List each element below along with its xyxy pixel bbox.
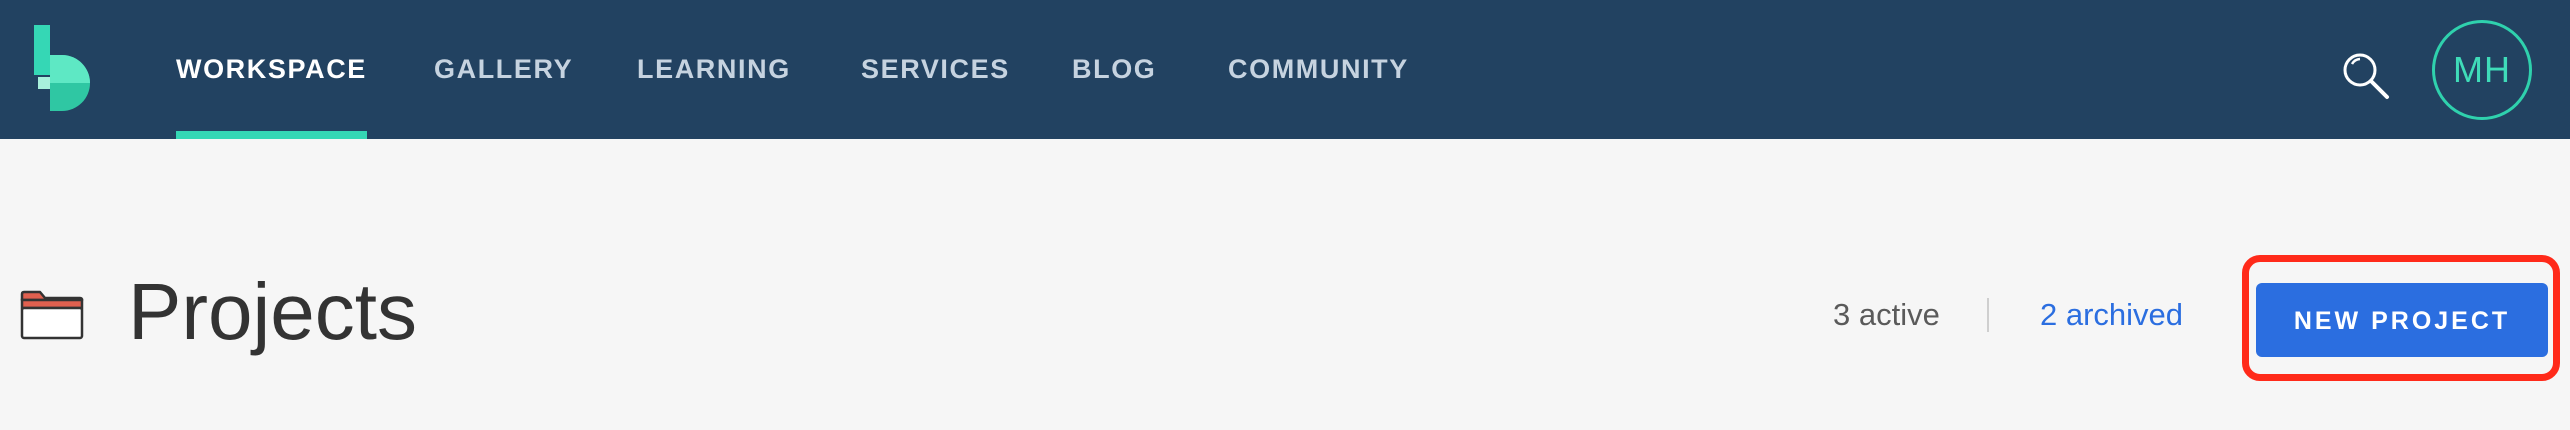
nav-item-label: LEARNING xyxy=(637,54,791,84)
avatar-initials: MH xyxy=(2453,49,2511,90)
nav-item-services[interactable]: SERVICES xyxy=(861,0,1010,139)
nav-item-blog[interactable]: BLOG xyxy=(1072,0,1156,139)
logo-icon[interactable] xyxy=(34,25,94,111)
nav-item-community[interactable]: COMMUNITY xyxy=(1228,0,1409,139)
page-title: Projects xyxy=(128,267,417,356)
top-navbar: WORKSPACE GALLERY LEARNING SERVICES BLOG… xyxy=(0,0,2570,139)
nav-item-gallery[interactable]: GALLERY xyxy=(434,0,573,139)
nav-item-workspace[interactable]: WORKSPACE xyxy=(176,0,367,139)
nav-item-label: BLOG xyxy=(1072,54,1157,84)
nav-item-learning[interactable]: LEARNING xyxy=(637,0,791,139)
user-avatar[interactable]: MH xyxy=(2432,20,2532,120)
folder-icon xyxy=(20,290,84,340)
archived-projects-link[interactable]: 2 archived xyxy=(2040,295,2183,335)
nav-item-label: COMMUNITY xyxy=(1228,54,1409,84)
count-divider xyxy=(1987,298,1989,332)
nav-item-label: WORKSPACE xyxy=(176,54,367,84)
new-project-button[interactable]: NEW PROJECT xyxy=(2256,283,2548,357)
nav-item-label: SERVICES xyxy=(861,54,1010,84)
nav-item-label: GALLERY xyxy=(434,54,574,84)
search-icon[interactable] xyxy=(2340,50,2392,102)
active-tab-indicator xyxy=(176,131,367,139)
active-projects-count: 3 active xyxy=(1833,297,1940,332)
